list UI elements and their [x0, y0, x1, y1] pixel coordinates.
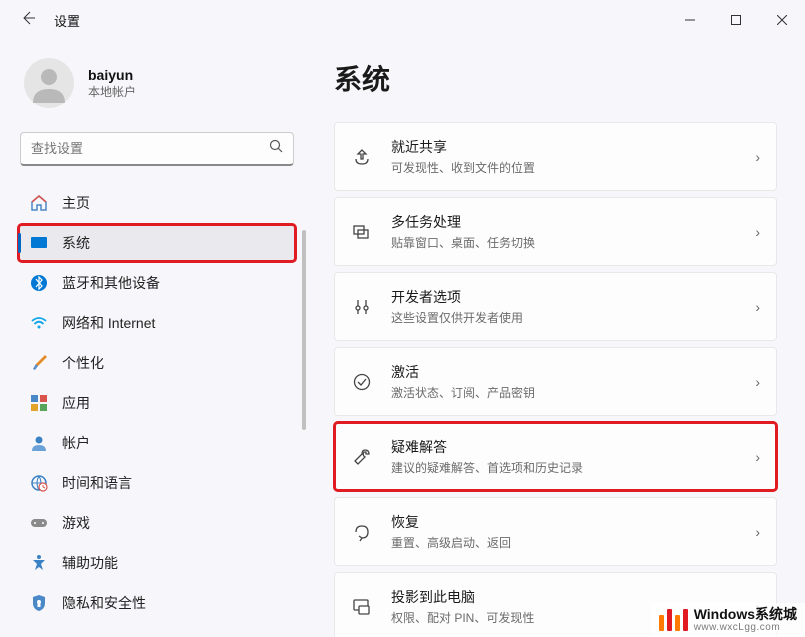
back-button[interactable]: [20, 10, 36, 31]
content: baiyun 本地帐户 主页 系统: [0, 40, 805, 637]
card-title: 多任务处理: [391, 212, 737, 232]
sidebar-item-label: 网络和 Internet: [62, 313, 155, 333]
sidebar-item-privacy[interactable]: 隐私和安全性: [18, 584, 296, 622]
card-title: 恢复: [391, 512, 737, 532]
check-circle-icon: [351, 371, 373, 393]
sidebar-item-label: 个性化: [62, 353, 104, 373]
brush-icon: [30, 354, 48, 372]
sidebar-item-label: 帐户: [62, 433, 90, 453]
maximize-button[interactable]: [713, 4, 759, 36]
watermark-logo: [659, 609, 688, 631]
card-title: 激活: [391, 362, 737, 382]
chevron-right-icon: ›: [755, 374, 760, 390]
sidebar-item-label: 隐私和安全性: [62, 593, 146, 613]
sidebar-item-system[interactable]: 系统: [18, 224, 296, 262]
share-icon: [351, 146, 373, 168]
titlebar-title: 设置: [54, 11, 80, 30]
card-body: 多任务处理 贴靠窗口、桌面、任务切换: [391, 212, 737, 251]
card-body: 恢复 重置、高级启动、返回: [391, 512, 737, 551]
avatar: [24, 58, 74, 108]
titlebar-left: 设置: [20, 10, 80, 31]
watermark-url: www.wxcLgg.com: [694, 622, 797, 633]
chevron-right-icon: ›: [755, 224, 760, 240]
sidebar-item-label: 时间和语言: [62, 473, 132, 493]
nav: 主页 系统 蓝牙和其他设备 网络和 Internet 个性化: [18, 184, 296, 622]
settings-cards: 就近共享 可发现性、收到文件的位置 › 多任务处理 贴靠窗口、桌面、任务切换 ›: [334, 122, 777, 637]
accessibility-icon: [30, 554, 48, 572]
titlebar: 设置: [0, 0, 805, 40]
card-multitasking[interactable]: 多任务处理 贴靠窗口、桌面、任务切换 ›: [334, 197, 777, 266]
card-body: 开发者选项 这些设置仅供开发者使用: [391, 287, 737, 326]
search-box[interactable]: [20, 132, 294, 166]
watermark-text: Windows系统城 www.wxcLgg.com: [694, 607, 797, 633]
search-icon: [269, 139, 283, 158]
sidebar-item-time[interactable]: 时间和语言: [18, 464, 296, 502]
card-activation[interactable]: 激活 激活状态、订阅、产品密钥 ›: [334, 347, 777, 416]
sidebar-item-home[interactable]: 主页: [18, 184, 296, 222]
card-troubleshoot[interactable]: 疑难解答 建议的疑难解答、首选项和历史记录 ›: [334, 422, 777, 491]
chevron-right-icon: ›: [755, 524, 760, 540]
sidebar-item-label: 游戏: [62, 513, 90, 533]
watermark: Windows系统城 www.wxcLgg.com: [651, 603, 805, 637]
sidebar-item-label: 主页: [62, 193, 90, 213]
sidebar-item-label: 系统: [62, 233, 90, 253]
sidebar-item-accessibility[interactable]: 辅助功能: [18, 544, 296, 582]
wrench-icon: [351, 446, 373, 468]
sidebar-item-gaming[interactable]: 游戏: [18, 504, 296, 542]
minimize-button[interactable]: [667, 4, 713, 36]
sidebar-item-network[interactable]: 网络和 Internet: [18, 304, 296, 342]
bluetooth-icon: [30, 274, 48, 292]
sidebar: baiyun 本地帐户 主页 系统: [0, 40, 306, 637]
card-sub: 可发现性、收到文件的位置: [391, 159, 737, 176]
shield-icon: [30, 594, 48, 612]
chevron-right-icon: ›: [755, 299, 760, 315]
card-title: 开发者选项: [391, 287, 737, 307]
sidebar-item-apps[interactable]: 应用: [18, 384, 296, 422]
card-title: 就近共享: [391, 137, 737, 157]
card-body: 就近共享 可发现性、收到文件的位置: [391, 137, 737, 176]
card-body: 激活 激活状态、订阅、产品密钥: [391, 362, 737, 401]
window-controls: [667, 4, 805, 36]
chevron-right-icon: ›: [755, 149, 760, 165]
gamepad-icon: [30, 514, 48, 532]
card-developer[interactable]: 开发者选项 这些设置仅供开发者使用 ›: [334, 272, 777, 341]
account-icon: [30, 434, 48, 452]
sidebar-item-label: 辅助功能: [62, 553, 118, 573]
chevron-right-icon: ›: [755, 449, 760, 465]
card-nearby-sharing[interactable]: 就近共享 可发现性、收到文件的位置 ›: [334, 122, 777, 191]
home-icon: [30, 194, 48, 212]
search-input[interactable]: [31, 141, 269, 156]
system-icon: [30, 234, 48, 252]
card-sub: 激活状态、订阅、产品密钥: [391, 384, 737, 401]
card-sub: 重置、高级启动、返回: [391, 534, 737, 551]
multitask-icon: [351, 221, 373, 243]
main: 系统 就近共享 可发现性、收到文件的位置 › 多任务处理 贴靠窗口、桌面、任务切…: [306, 40, 805, 637]
recovery-icon: [351, 521, 373, 543]
sidebar-item-label: 应用: [62, 393, 90, 413]
projection-icon: [351, 596, 373, 618]
card-sub: 贴靠窗口、桌面、任务切换: [391, 234, 737, 251]
card-recovery[interactable]: 恢复 重置、高级启动、返回 ›: [334, 497, 777, 566]
card-title: 疑难解答: [391, 437, 737, 457]
wifi-icon: [30, 314, 48, 332]
apps-icon: [30, 394, 48, 412]
developer-icon: [351, 296, 373, 318]
user-info: baiyun 本地帐户: [88, 67, 136, 100]
user-name: baiyun: [88, 67, 136, 83]
user-row[interactable]: baiyun 本地帐户: [18, 52, 296, 126]
card-sub: 这些设置仅供开发者使用: [391, 309, 737, 326]
card-body: 疑难解答 建议的疑难解答、首选项和历史记录: [391, 437, 737, 476]
sidebar-item-accounts[interactable]: 帐户: [18, 424, 296, 462]
card-sub: 建议的疑难解答、首选项和历史记录: [391, 459, 737, 476]
page-title: 系统: [334, 58, 777, 98]
sidebar-item-bluetooth[interactable]: 蓝牙和其他设备: [18, 264, 296, 302]
globe-clock-icon: [30, 474, 48, 492]
settings-window: 设置 baiyun 本地帐户: [0, 0, 805, 637]
sidebar-item-label: 蓝牙和其他设备: [62, 273, 160, 293]
watermark-title: Windows系统城: [694, 607, 797, 622]
sidebar-item-personalization[interactable]: 个性化: [18, 344, 296, 382]
user-sub: 本地帐户: [88, 83, 136, 100]
close-button[interactable]: [759, 4, 805, 36]
